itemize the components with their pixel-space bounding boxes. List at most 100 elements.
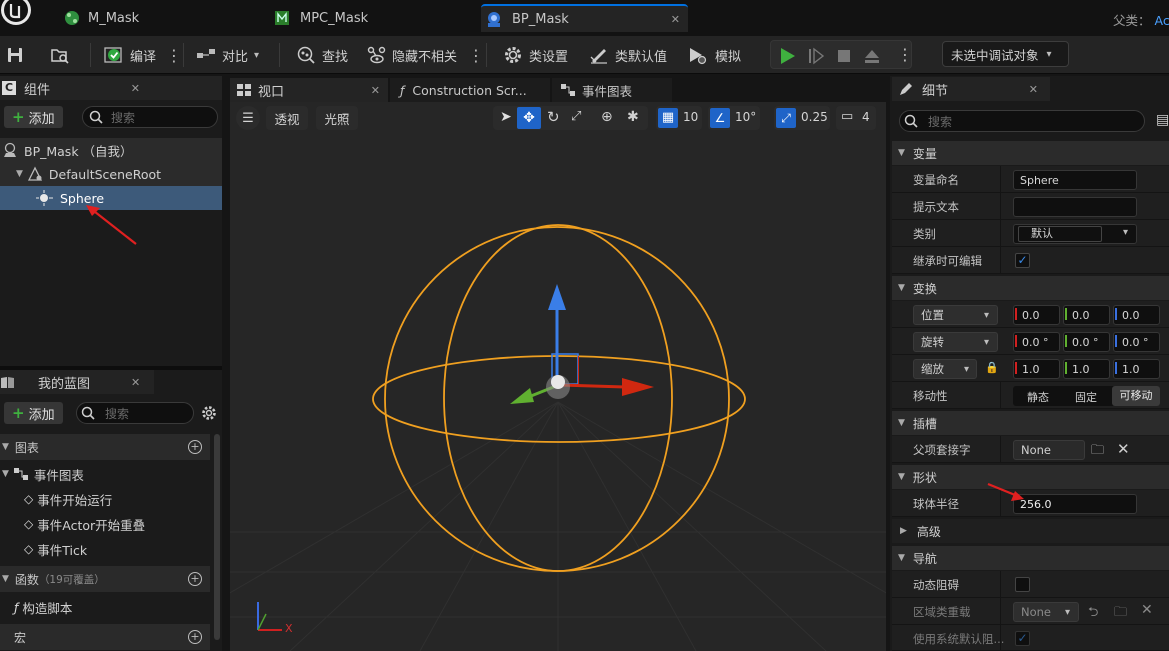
eject-icon[interactable] [863,47,881,65]
location-x-field[interactable]: 0.0 [1013,305,1060,325]
find-options-kebab[interactable]: ⋮ [468,36,484,74]
class-settings-button[interactable]: 类设置 [503,36,568,74]
rotation-y-field[interactable]: 0.0 ° [1063,332,1110,352]
variable-name-field[interactable]: Sphere [1013,170,1137,190]
details-category-transform[interactable]: ▼ 变换 [892,276,1169,300]
lock-icon[interactable]: 🔒 [985,361,999,374]
add-function-icon[interactable]: + [188,572,202,586]
details-category-navigation[interactable]: ▼ 导航 [892,546,1169,570]
local-world-icon[interactable]: ⊕ [601,109,613,125]
location-y-field[interactable]: 0.0 [1063,305,1110,325]
category-graphs[interactable]: ▼ 图表 + [0,434,210,460]
add-macro-icon[interactable]: + [188,630,202,644]
tab-mpc-mask[interactable]: MPC_Mask [272,4,472,32]
browse-socket-icon[interactable]: 🗀 [1091,441,1104,463]
details-category-advanced[interactable]: ▶ 高级 [892,519,1169,543]
location-z-field[interactable]: 0.0 [1113,305,1160,325]
play-icon[interactable] [779,47,797,65]
tab-bp-mask[interactable]: BP_Mask ✕ [481,4,688,32]
use-system-default-checkbox[interactable]: ✓ [1015,631,1030,646]
add-member-button[interactable]: + 添加 [4,402,63,424]
simulate-button[interactable]: 模拟 [687,36,741,74]
editable-checkbox[interactable]: ✓ [1015,253,1030,268]
tab-m-mask[interactable]: M_Mask [60,4,260,32]
area-class-dropdown[interactable]: None ▾ [1013,602,1079,622]
construction-script-row[interactable]: ƒ 构造脚本 [0,595,210,619]
add-component-button[interactable]: + 添加 [4,106,63,128]
save-button[interactable] [6,36,24,74]
expand-arrow-icon[interactable]: ▼ [16,169,23,179]
event-graph-row[interactable]: ▼ 事件图表 [0,462,210,486]
scale-snap-toggle[interactable]: ⤢ 0.25 [774,106,830,130]
tab-viewport[interactable]: 视口 ✕ [230,78,388,102]
close-icon[interactable]: ✕ [131,82,140,95]
my-blueprint-search-input[interactable]: 搜索 [76,402,194,424]
event-row-actor-overlap[interactable]: ◇ 事件Actor开始重叠 [0,512,210,536]
scale-y-field[interactable]: 1.0 [1063,359,1110,379]
transform-gizmo[interactable] [510,284,654,404]
parent-class-link[interactable]: Ac [1155,13,1169,28]
category-functions[interactable]: ▼ 函数 （19可覆盖） + [0,566,210,592]
component-row-self[interactable]: BP_Mask （自我） [0,138,222,162]
dynamic-obstacle-checkbox[interactable] [1015,577,1030,592]
details-category-variable[interactable]: ▼ 变量 [892,141,1169,165]
tab-construction-script[interactable]: ƒ Construction Scr... [390,78,550,102]
clear-icon[interactable]: ✕ [1141,602,1153,618]
sphere-radius-field[interactable]: 256.0 [1013,494,1137,514]
reset-arrow-icon[interactable]: ⮌ [1088,603,1098,625]
find-button[interactable]: 查找 [296,36,348,74]
mobility-static-option[interactable]: 静态 [1027,389,1049,405]
scale-x-field[interactable]: 1.0 [1013,359,1060,379]
viewport-options-button[interactable]: ☰ [236,106,260,130]
scale-mode-dropdown[interactable]: 缩放 ▾ [913,359,977,379]
compile-button[interactable]: 编译 [104,36,156,74]
event-row-begin-play[interactable]: ◇ 事件开始运行 [0,487,210,511]
grid-snap-toggle[interactable]: ▦ 10 [656,106,702,130]
viewport-canvas[interactable]: X [230,102,886,651]
rotate-mode-icon[interactable]: ↻ [547,108,560,126]
components-search-input[interactable]: 搜索 [82,106,218,128]
scale-mode-icon[interactable]: ⤢ [571,109,581,124]
class-defaults-button[interactable]: 类默认值 [589,36,667,74]
surface-snap-icon[interactable]: ✱ [627,109,639,125]
lit-button[interactable]: 光照 [316,106,358,130]
location-mode-dropdown[interactable]: 位置 ▾ [913,305,998,325]
event-row-tick[interactable]: ◇ 事件Tick [0,537,210,561]
debug-object-dropdown[interactable]: 未选中调试对象 ▾ [942,41,1069,67]
details-category-shape[interactable]: ▼ 形状 [892,465,1169,489]
clear-icon[interactable]: ✕ [1117,440,1130,458]
details-category-sockets[interactable]: ▼ 插槽 [892,411,1169,435]
unreal-logo-icon[interactable] [0,0,38,36]
close-icon[interactable]: ✕ [1029,83,1038,96]
stop-icon[interactable] [835,47,853,65]
close-icon[interactable]: ✕ [671,13,680,26]
category-combo[interactable]: 默认 ▾ [1013,224,1137,244]
add-graph-icon[interactable]: + [188,440,202,454]
camera-speed-button[interactable]: ▭ 4 [836,106,876,130]
category-macros[interactable]: 宏 + [0,624,210,650]
tab-event-graph[interactable]: 事件图表 [552,78,672,102]
mobility-movable-option[interactable]: 可移动 [1112,386,1160,406]
property-matrix-icon[interactable]: ▤ [1156,112,1169,128]
rotation-x-field[interactable]: 0.0 ° [1013,332,1060,352]
step-icon[interactable] [807,47,825,65]
perspective-button[interactable]: 透视 [266,106,308,130]
hide-unrelated-button[interactable]: 隐藏不相关 [366,36,457,74]
close-icon[interactable]: ✕ [131,376,140,389]
browse-button[interactable] [50,36,70,74]
rotation-mode-dropdown[interactable]: 旋转 ▾ [913,332,998,352]
select-mode-icon[interactable]: ➤ [500,109,512,125]
tooltip-field[interactable] [1013,197,1137,217]
scrollbar[interactable] [214,434,220,640]
parent-socket-field[interactable]: None [1013,440,1085,460]
rotation-snap-toggle[interactable]: ∠ 10° [708,106,760,130]
component-row-default-scene-root[interactable]: ▼ DefaultSceneRoot [0,162,222,186]
gear-icon[interactable] [201,405,217,421]
translate-mode-icon[interactable]: ✥ [517,107,541,129]
play-options-kebab[interactable]: ⋮ [897,45,913,64]
close-icon[interactable]: ✕ [371,84,380,97]
scale-z-field[interactable]: 1.0 [1113,359,1160,379]
diff-button[interactable]: 对比 ▾ [196,36,259,74]
details-search-input[interactable]: 搜索 [899,110,1145,132]
compile-options-kebab[interactable]: ⋮ [166,36,182,74]
